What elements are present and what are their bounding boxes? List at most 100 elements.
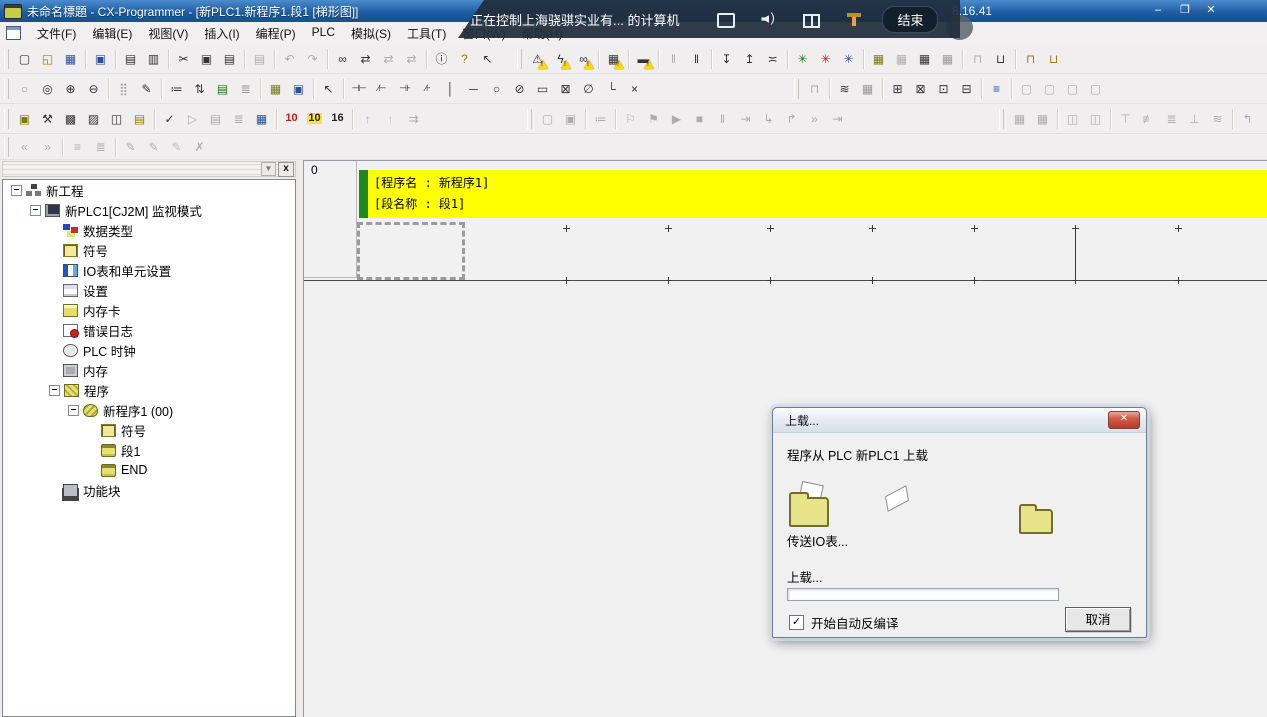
sim-run-icon[interactable]: ▶ (665, 108, 688, 130)
toolbar-grip[interactable] (4, 109, 9, 129)
mem-card-window-icon[interactable]: ◫ (1084, 108, 1107, 130)
find-report-icon[interactable]: ▩ (59, 108, 82, 130)
cancel-button[interactable]: 取消 (1065, 607, 1131, 632)
release-edit-icon[interactable]: ≣ (227, 108, 250, 130)
io-comment-window-icon[interactable]: ◫ (105, 108, 128, 130)
time-chart-monitor-icon[interactable]: ▦ (856, 78, 879, 100)
toolbar-grip[interactable] (4, 49, 9, 69)
tree-item-program-10[interactable]: 程序 (3, 380, 295, 400)
cut-icon[interactable]: ✂ (172, 48, 195, 70)
trace-window-icon[interactable]: ◫ (1061, 108, 1084, 130)
compile-icon[interactable]: ✓ (158, 108, 181, 130)
debug-window-icon[interactable]: ▦ (1008, 108, 1031, 130)
expander-minus-icon[interactable] (68, 405, 79, 416)
step-in-icon[interactable]: ↳ (757, 108, 780, 130)
print-icon[interactable]: ▤ (119, 48, 142, 70)
expander-minus-icon[interactable] (30, 205, 41, 216)
undo-icon[interactable]: ↶ (278, 48, 301, 70)
new-horizontal-icon[interactable]: ─ (462, 78, 485, 100)
watch-window-1-icon[interactable]: ▢ (1015, 78, 1038, 100)
chart-c-icon[interactable]: ≣ (1160, 108, 1183, 130)
set-value-icon[interactable]: ⊡ (932, 78, 955, 100)
watch-window-2-icon[interactable]: ▢ (1038, 78, 1061, 100)
protect-release-icon[interactable]: ⊔ (1042, 48, 1065, 70)
new-closed-contact-icon[interactable]: ∕⊢ (370, 78, 393, 100)
sim-stop-icon[interactable]: ■ (688, 108, 711, 130)
menu-item-4[interactable]: 插入(I) (196, 22, 247, 45)
differential-monitor-icon[interactable]: ⊓ (966, 48, 989, 70)
ladder-window-icon[interactable]: ▣ (287, 78, 310, 100)
tree-item-section-14[interactable]: END (3, 460, 295, 480)
toolbar-grip[interactable] (517, 49, 522, 69)
invert-icon[interactable]: ∅ (577, 78, 600, 100)
find-icon[interactable]: ∞ (331, 48, 354, 70)
pen-percent2-icon[interactable]: ✎ (165, 136, 188, 158)
online-edit-icon[interactable]: ▷ (181, 108, 204, 130)
tree-item-clock-8[interactable]: PLC 时钟 (3, 340, 295, 360)
properties-icon[interactable]: ▤ (128, 108, 151, 130)
sim-mode-icon[interactable]: ▣ (559, 108, 582, 130)
force-off-icon[interactable]: ✳ (814, 48, 837, 70)
redo-icon[interactable]: ↷ (301, 48, 324, 70)
dialog-close-icon[interactable]: ✕ (1108, 411, 1140, 429)
io-monitor-icon[interactable]: ▦ (867, 48, 890, 70)
hierarchy-icon[interactable]: ≣ (234, 78, 257, 100)
zoom-fit-icon[interactable]: ○ (13, 78, 36, 100)
tree-item-iotable-4[interactable]: IO表和单元设置 (3, 260, 295, 280)
context-help-icon[interactable]: ↖ (476, 48, 499, 70)
windows-icon[interactable] (803, 14, 820, 28)
close-workspace-icon[interactable]: x (278, 162, 294, 177)
expander-minus-icon[interactable] (11, 185, 22, 196)
time-chart-icon[interactable]: ⊔ (989, 48, 1012, 70)
monitor-mode-icon[interactable]: ∞ (572, 48, 595, 70)
zoom-in-icon[interactable]: ⊕ (59, 78, 82, 100)
tree-item-memcard-6[interactable]: 内存卡 (3, 300, 295, 320)
mnemonic-view-icon[interactable]: ▦ (264, 78, 287, 100)
tree-item-errorlog-7[interactable]: 错误日志 (3, 320, 295, 340)
tree-item-memory-9[interactable]: 内存 (3, 360, 295, 380)
swap-list-icon[interactable]: ⇅ (188, 78, 211, 100)
toolbar-grip[interactable] (4, 79, 9, 99)
auto-decompile-checkbox[interactable]: ✓ (789, 615, 804, 630)
minimize-button[interactable]: – (1146, 2, 1170, 19)
clear-break-icon[interactable]: ⚑ (642, 108, 665, 130)
new-contact-icon[interactable]: ⊣⊢ (347, 78, 370, 100)
chart-b-icon[interactable]: ≢ (1137, 108, 1160, 130)
tree-item-funcblock-15[interactable]: 功能块 (3, 480, 295, 500)
fullscreen-icon[interactable] (717, 13, 735, 28)
find-address-icon[interactable]: ⇄ (400, 48, 423, 70)
chart-d-icon[interactable]: ⊥ (1183, 108, 1206, 130)
menu-item-6[interactable]: PLC (304, 22, 343, 45)
about-icon[interactable]: ⓘ (430, 48, 453, 70)
find-bit-icon[interactable]: ⇄ (377, 48, 400, 70)
step-forward-icon[interactable]: ↑ (379, 108, 402, 130)
download-icon[interactable]: ↧ (715, 48, 738, 70)
zoom-area-icon[interactable]: ◎ (36, 78, 59, 100)
doc-search-icon[interactable]: ▣ (89, 48, 112, 70)
section-list-icon[interactable]: ▤ (211, 78, 234, 100)
pen-off-icon[interactable]: ✗ (188, 136, 211, 158)
tree-item-symbols-3[interactable]: 符号 (3, 240, 295, 260)
build-icon[interactable]: ⚒ (36, 108, 59, 130)
sim-window-icon[interactable]: ▢ (536, 108, 559, 130)
tree-item-section-13[interactable]: 段1 (3, 440, 295, 460)
new-closed-coil-icon[interactable]: ⊘ (508, 78, 531, 100)
sim-settings-icon[interactable]: ≔ (589, 108, 612, 130)
close-button[interactable]: ✕ (1199, 2, 1223, 19)
tree-item-settings-5[interactable]: 设置 (3, 280, 295, 300)
volume-icon[interactable] (759, 11, 779, 29)
pen-icon[interactable]: ✎ (119, 136, 142, 158)
toolbar-grip[interactable] (999, 109, 1004, 129)
menu-item-5[interactable]: 编程(P) (248, 22, 304, 45)
copy-icon[interactable]: ▣ (195, 48, 218, 70)
tree-item-symbols-12[interactable]: 符号 (3, 420, 295, 440)
radix-signed-decimal-icon[interactable]: 10 (303, 108, 326, 130)
menu-item-7[interactable]: 模拟(S) (343, 22, 399, 45)
force-on-icon[interactable]: ✳ (791, 48, 814, 70)
chevron-down-icon[interactable]: ▼ (261, 162, 276, 176)
new-vertical-icon[interactable]: │ (439, 78, 462, 100)
chart-e-icon[interactable]: ≋ (1206, 108, 1229, 130)
new-or-contact-icon[interactable]: ⊣⊦ (393, 78, 416, 100)
paste-special-icon[interactable]: ▤ (248, 48, 271, 70)
radix-hex-icon[interactable]: 16 (326, 108, 349, 130)
